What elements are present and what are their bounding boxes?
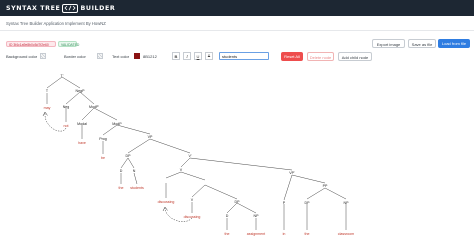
- strike-label: S: [207, 54, 211, 58]
- tree-node[interactable]: V: [180, 168, 183, 172]
- tree-leaf[interactable]: the: [225, 232, 230, 236]
- reset-all-button[interactable]: Reset All: [281, 52, 303, 61]
- tree-node[interactable]: DP: [235, 200, 241, 204]
- tree-leaf[interactable]: have: [78, 141, 86, 145]
- tree-leaf[interactable]: classroom: [338, 232, 354, 236]
- tree-leaf[interactable]: not: [64, 124, 69, 128]
- tree-leaf[interactable]: be: [101, 156, 105, 160]
- tree-leaf[interactable]: students: [130, 186, 144, 190]
- italic-button[interactable]: I: [183, 52, 191, 60]
- tree-node[interactable]: D: [120, 169, 123, 173]
- tree-node[interactable]: N: [133, 169, 136, 173]
- tree-edges: [46, 76, 347, 230]
- tree-node[interactable]: DP: [305, 201, 311, 205]
- background-color-label: Background color: [6, 54, 38, 59]
- logo-text-left: SYNTAX TREE: [6, 4, 61, 12]
- tree-node[interactable]: P: [283, 201, 286, 205]
- code-icon: [62, 3, 79, 13]
- tree-node[interactable]: T: [46, 89, 49, 93]
- movement-arrows: [42, 111, 193, 222]
- tree-node[interactable]: ModP': [89, 105, 99, 109]
- tree-node[interactable]: V: [191, 198, 194, 202]
- border-color-label: Border color: [64, 54, 86, 59]
- tree-node[interactable]: VP: [148, 135, 153, 139]
- tree-node[interactable]: Neg: [63, 105, 70, 109]
- tree-leaf[interactable]: assignment: [247, 232, 265, 236]
- tree-leaf[interactable]: discussing: [184, 215, 201, 219]
- tree-node[interactable]: V': [188, 154, 191, 158]
- app-subtitle: Syntax Tree Builder Application Implemen…: [6, 21, 106, 26]
- background-color-picker[interactable]: [40, 53, 46, 59]
- tree-node[interactable]: NP: [254, 214, 260, 218]
- tree-nodes[interactable]: T' T NegP may Neg ModP' not Modal ModP h…: [44, 74, 355, 236]
- logo-text-right: BUILDER: [80, 4, 116, 12]
- tree-node[interactable]: NP: [344, 201, 350, 205]
- load-file-button[interactable]: Load from file: [438, 39, 470, 48]
- tree-node[interactable]: VP': [289, 171, 295, 175]
- tree-node[interactable]: DP: [126, 154, 132, 158]
- syntax-tree-canvas[interactable]: T' T NegP may Neg ModP' not Modal ModP h…: [0, 62, 474, 248]
- tree-node[interactable]: Prog: [99, 137, 107, 141]
- tree-leaf[interactable]: the: [305, 232, 310, 236]
- tree-leaf[interactable]: may: [44, 106, 51, 110]
- header-divider: [0, 30, 474, 31]
- tree-node[interactable]: T': [61, 74, 64, 78]
- tree-node[interactable]: D: [226, 214, 229, 218]
- status-badge: VALIDATED: [58, 41, 79, 47]
- delete-node-button[interactable]: Delete node: [307, 52, 334, 61]
- export-image-button[interactable]: Export image: [372, 39, 405, 48]
- tree-leaf[interactable]: in: [283, 232, 286, 236]
- save-file-button[interactable]: Save as file: [408, 39, 436, 48]
- underline-button[interactable]: U: [194, 52, 202, 60]
- tree-node[interactable]: NegP: [76, 89, 86, 93]
- strikethrough-button[interactable]: S: [205, 52, 213, 60]
- node-text-input[interactable]: students: [219, 52, 269, 60]
- bold-button[interactable]: B: [172, 52, 180, 60]
- text-color-picker[interactable]: [134, 53, 140, 59]
- tree-node[interactable]: ModP: [112, 122, 122, 126]
- border-color-picker[interactable]: [97, 53, 103, 59]
- text-color-label: Text color: [112, 54, 130, 59]
- tree-node[interactable]: PP: [323, 184, 328, 188]
- tree-leaf[interactable]: discussing: [158, 200, 175, 204]
- tree-node[interactable]: Modal: [77, 122, 87, 126]
- app-logo: SYNTAX TREE BUILDER: [6, 3, 115, 13]
- tree-leaf[interactable]: the: [119, 186, 124, 190]
- app-header: SYNTAX TREE BUILDER: [0, 0, 474, 16]
- tree-id-badge: ID 3f4c1a9e8b0c5d7f2e60: [6, 41, 56, 47]
- add-child-node-button[interactable]: Add child node: [338, 52, 372, 61]
- text-color-hex: 8B1212: [143, 54, 157, 59]
